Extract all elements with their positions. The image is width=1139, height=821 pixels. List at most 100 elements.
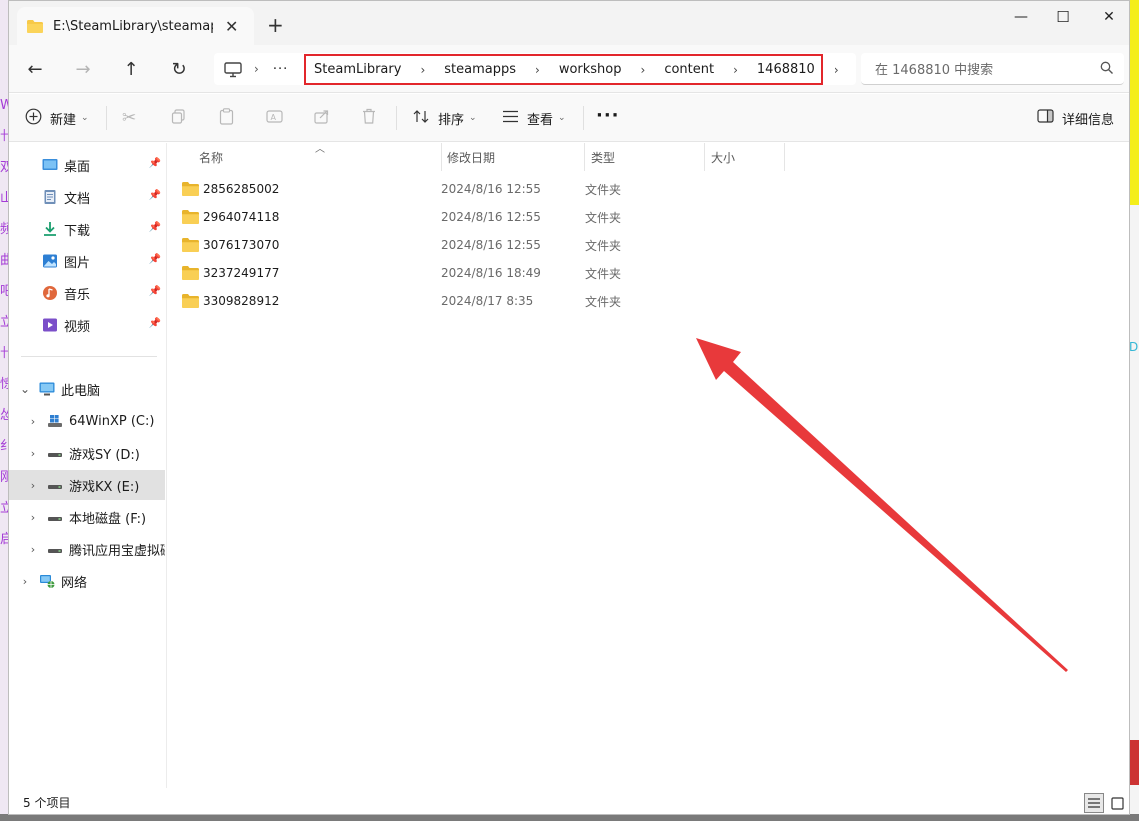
search-placeholder: 在 1468810 中搜索 bbox=[875, 63, 994, 78]
delete-button[interactable] bbox=[362, 106, 384, 130]
sidebar-item-label: 腾讯应用宝虚拟磁 bbox=[69, 543, 165, 559]
pin-icon[interactable]: 📌 bbox=[149, 222, 161, 233]
windows-drive-icon bbox=[47, 413, 63, 429]
view-button[interactable]: 查看 ⌄ bbox=[502, 106, 566, 130]
breadcrumb-item-current[interactable]: 1468810 bbox=[757, 62, 815, 77]
chevron-down-icon[interactable]: ⌄ bbox=[17, 382, 33, 396]
share-button[interactable] bbox=[314, 106, 338, 130]
pin-icon[interactable]: 📌 bbox=[149, 190, 161, 201]
sidebar-item-drive-c[interactable]: › 64WinXP (C:) bbox=[9, 406, 165, 436]
file-row[interactable]: 3237249177 2024/8/16 18:49 文件夹 bbox=[182, 259, 782, 287]
sidebar-item-drive-f[interactable]: › 本地磁盘 (F:) bbox=[9, 502, 165, 532]
file-type: 文件夹 bbox=[585, 266, 622, 281]
trash-icon bbox=[362, 108, 376, 128]
close-tab-icon[interactable]: ✕ bbox=[225, 17, 238, 36]
column-header-date[interactable]: 修改日期 bbox=[441, 143, 585, 171]
search-icon[interactable] bbox=[1100, 61, 1114, 75]
tiles-view-button[interactable] bbox=[1107, 793, 1127, 813]
sidebar-item-videos[interactable]: 视频 📌 bbox=[9, 310, 165, 340]
file-row[interactable]: 3309828912 2024/8/17 8:35 文件夹 bbox=[182, 287, 782, 315]
chevron-right-icon[interactable]: › bbox=[25, 479, 41, 492]
sidebar-item-label: 下载 bbox=[64, 223, 91, 239]
sort-button[interactable]: 排序 ⌄ bbox=[413, 106, 477, 130]
more-locations-button[interactable]: ··· bbox=[273, 62, 288, 77]
up-button[interactable]: ↑ bbox=[116, 55, 146, 83]
sidebar-item-downloads[interactable]: 下载 📌 bbox=[9, 214, 165, 244]
column-header-type[interactable]: 类型 bbox=[585, 143, 705, 171]
new-tab-button[interactable]: + bbox=[267, 13, 284, 37]
paste-button[interactable] bbox=[219, 106, 242, 130]
background-yellow-block bbox=[1129, 0, 1139, 205]
file-row[interactable]: 3076173070 2024/8/16 12:55 文件夹 bbox=[182, 231, 782, 259]
rename-button[interactable]: A bbox=[266, 106, 291, 130]
breadcrumb-item[interactable]: steamapps bbox=[444, 62, 516, 77]
file-name-cell: 2856285002 bbox=[182, 182, 279, 196]
details-view-button[interactable] bbox=[1084, 793, 1104, 813]
file-name-cell: 3076173070 bbox=[182, 238, 279, 252]
drive-icon bbox=[47, 541, 63, 557]
search-input[interactable]: 在 1468810 中搜索 bbox=[861, 53, 1124, 85]
breadcrumb-item[interactable]: content bbox=[664, 62, 714, 77]
breadcrumb-item[interactable]: workshop bbox=[559, 62, 622, 77]
scissors-icon: ✂ bbox=[122, 108, 137, 128]
sidebar-item-drive-d[interactable]: › 游戏SY (D:) bbox=[9, 438, 165, 468]
chevron-right-icon[interactable]: › bbox=[25, 543, 41, 556]
breadcrumb-item[interactable]: SteamLibrary bbox=[314, 62, 401, 77]
tab-current-folder[interactable]: E:\SteamLibrary\steamapps\wo ✕ bbox=[17, 7, 254, 45]
minimize-button[interactable]: — bbox=[998, 1, 1044, 33]
copy-icon bbox=[171, 108, 186, 128]
folder-icon bbox=[182, 266, 199, 280]
file-row[interactable]: 2964074118 2024/8/16 12:55 文件夹 bbox=[182, 203, 782, 231]
more-options-button[interactable]: ··· bbox=[596, 103, 620, 127]
toolbar-divider bbox=[396, 106, 397, 130]
cut-button[interactable]: ✂ bbox=[122, 106, 144, 130]
back-button[interactable]: ← bbox=[20, 55, 50, 83]
column-header-size[interactable]: 大小 bbox=[705, 143, 785, 171]
chevron-right-icon[interactable]: › bbox=[25, 511, 41, 524]
new-button[interactable]: 新建 ⌄ bbox=[25, 106, 89, 130]
sidebar-item-virtual-drive[interactable]: › 腾讯应用宝虚拟磁 bbox=[9, 534, 165, 564]
chevron-right-icon[interactable]: › bbox=[25, 415, 41, 428]
column-header-name[interactable]: 名称 bbox=[193, 143, 442, 171]
column-header-label: 名称 bbox=[199, 150, 224, 165]
sidebar-item-music[interactable]: 音乐 📌 bbox=[9, 278, 165, 308]
forward-button[interactable]: → bbox=[68, 55, 98, 83]
desktop-icon bbox=[42, 157, 58, 173]
close-window-button[interactable]: ✕ bbox=[1086, 1, 1129, 33]
chevron-right-icon[interactable]: › bbox=[733, 63, 738, 77]
chevron-right-icon[interactable]: › bbox=[420, 63, 425, 77]
sidebar-divider bbox=[21, 356, 157, 357]
maximize-button[interactable]: ☐ bbox=[1040, 1, 1086, 33]
chevron-right-icon[interactable]: › bbox=[535, 63, 540, 77]
background-right-text: Dr bbox=[1129, 340, 1139, 354]
pin-icon[interactable]: 📌 bbox=[149, 286, 161, 297]
sidebar-item-documents[interactable]: 文档 📌 bbox=[9, 182, 165, 212]
chevron-right-icon[interactable]: › bbox=[254, 62, 259, 76]
pin-icon[interactable]: 📌 bbox=[149, 318, 161, 329]
sidebar-item-label: 64WinXP (C:) bbox=[69, 413, 155, 429]
computer-icon[interactable] bbox=[224, 62, 242, 78]
sort-label: 排序 bbox=[438, 112, 465, 128]
drive-icon bbox=[47, 509, 63, 525]
pin-icon[interactable]: 📌 bbox=[149, 254, 161, 265]
chevron-right-icon[interactable]: › bbox=[834, 63, 839, 77]
file-type: 文件夹 bbox=[585, 182, 622, 197]
refresh-button[interactable]: ↻ bbox=[164, 55, 194, 83]
column-header-label: 类型 bbox=[591, 150, 616, 165]
chevron-right-icon[interactable]: › bbox=[25, 447, 41, 460]
file-row[interactable]: 2856285002 2024/8/16 12:55 文件夹 bbox=[182, 175, 782, 203]
sidebar-item-desktop[interactable]: 桌面 📌 bbox=[9, 150, 165, 180]
copy-button[interactable] bbox=[171, 106, 194, 130]
chevron-right-icon[interactable]: › bbox=[17, 575, 33, 588]
sidebar-item-pictures[interactable]: 图片 📌 bbox=[9, 246, 165, 276]
folder-icon bbox=[27, 19, 43, 33]
sidebar-item-network[interactable]: › 网络 bbox=[9, 566, 165, 596]
pin-icon[interactable]: 📌 bbox=[149, 158, 161, 169]
sort-icon bbox=[413, 109, 430, 128]
details-button[interactable]: 详细信息 bbox=[1037, 106, 1114, 130]
videos-icon bbox=[42, 317, 58, 333]
chevron-right-icon[interactable]: › bbox=[641, 63, 646, 77]
sidebar-item-this-pc[interactable]: ⌄ 此电脑 bbox=[9, 374, 165, 404]
toolbar-divider bbox=[583, 106, 584, 130]
sidebar-item-drive-e[interactable]: › 游戏KX (E:) bbox=[9, 470, 165, 500]
